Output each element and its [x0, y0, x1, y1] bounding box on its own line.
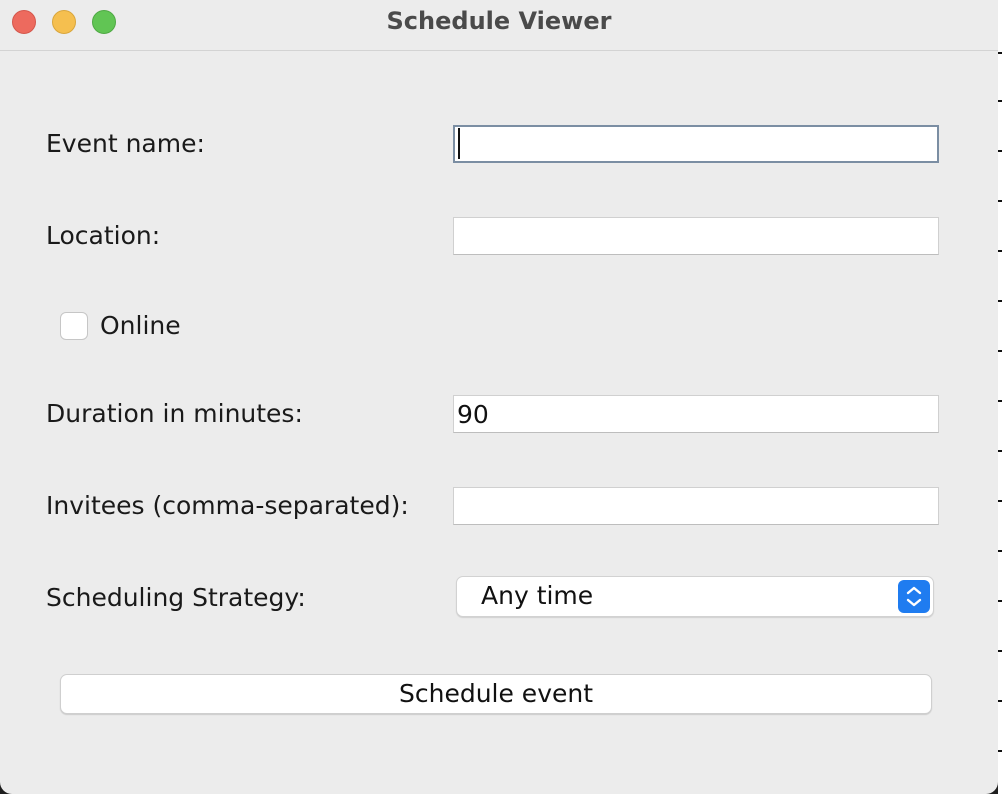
up-down-chevron-icon: [906, 586, 922, 607]
background-window-edge: [998, 0, 1002, 794]
location-label: Location:: [46, 221, 161, 250]
schedule-event-button[interactable]: Schedule event: [60, 674, 932, 714]
select-arrows-icon: [898, 580, 930, 613]
invitees-input[interactable]: [453, 487, 939, 525]
scheduling-strategy-label: Scheduling Strategy:: [46, 583, 306, 612]
location-input[interactable]: [453, 217, 939, 255]
window-title: Schedule Viewer: [386, 7, 612, 35]
online-checkbox[interactable]: [60, 312, 88, 340]
event-name-label: Event name:: [46, 129, 205, 158]
text-caret: [458, 128, 460, 159]
schedule-viewer-window: Schedule Viewer Event name: Location: On…: [0, 0, 998, 794]
duration-label: Duration in minutes:: [46, 399, 303, 428]
invitees-label: Invitees (comma-separated):: [46, 491, 409, 520]
scheduling-strategy-select[interactable]: Any time: [456, 576, 934, 617]
event-name-input[interactable]: [453, 125, 939, 163]
online-checkbox-label[interactable]: Online: [100, 311, 181, 341]
scheduling-strategy-value: Any time: [481, 581, 594, 610]
title-bar[interactable]: Schedule Viewer: [0, 0, 998, 51]
duration-input[interactable]: [453, 395, 939, 433]
